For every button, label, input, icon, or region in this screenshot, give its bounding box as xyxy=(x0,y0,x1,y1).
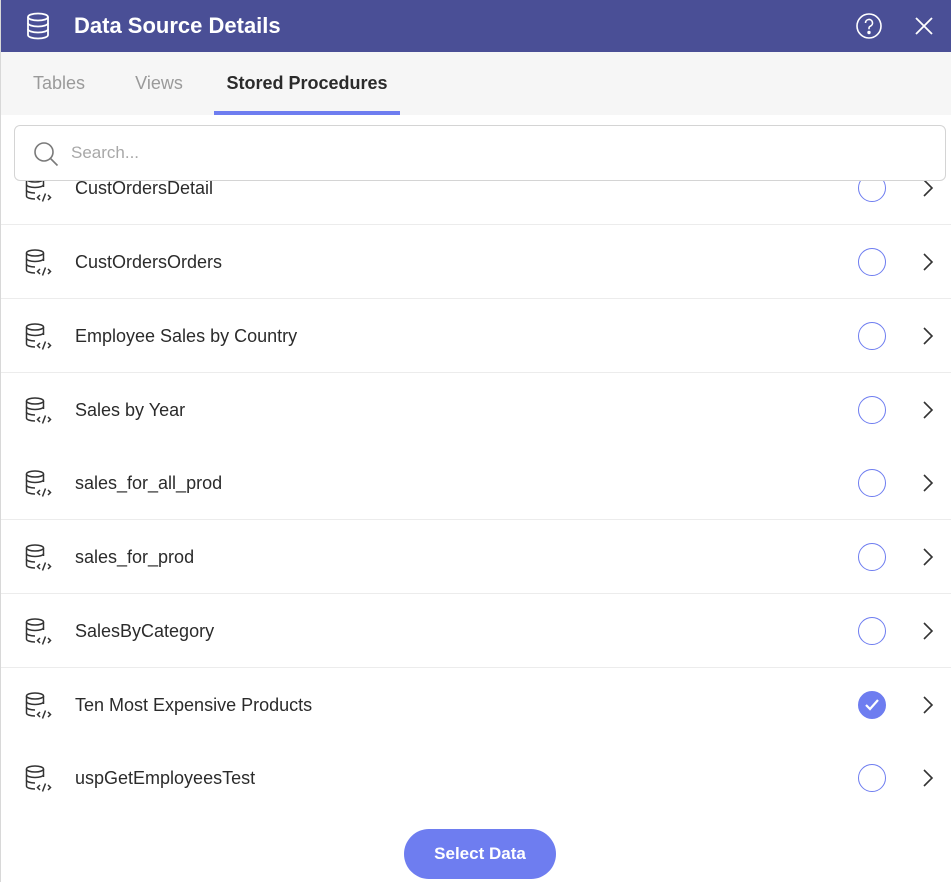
dialog-footer: Select Data xyxy=(1,812,951,882)
list-item-label: Employee Sales by Country xyxy=(75,326,298,346)
list-item-label: sales_for_all_prod xyxy=(75,473,223,493)
list-item[interactable]: uspGetEmployeesTest xyxy=(1,741,951,812)
chevron-right-icon[interactable] xyxy=(919,621,937,641)
list-item-label: sales_for_prod xyxy=(75,547,195,567)
tab-stored-procedures[interactable]: Stored Procedures xyxy=(214,52,400,115)
radio-button[interactable] xyxy=(858,469,886,497)
chevron-right-icon[interactable] xyxy=(919,768,937,788)
stored-procedure-icon xyxy=(24,691,54,721)
dialog-header: Data Source Details xyxy=(1,0,951,52)
select-data-button[interactable]: Select Data xyxy=(404,829,556,879)
active-tab-indicator xyxy=(214,111,400,115)
data-source-details-dialog: Data Source Details Tables Views Stored … xyxy=(0,0,951,882)
list-item[interactable]: Sales by Year xyxy=(1,373,951,447)
chevron-right-icon[interactable] xyxy=(919,252,937,272)
chevron-right-icon[interactable] xyxy=(919,400,937,420)
database-icon xyxy=(27,12,49,40)
dialog-title: Data Source Details xyxy=(74,13,281,38)
tab-views[interactable]: Views xyxy=(119,52,199,115)
search-icon xyxy=(34,142,59,167)
stored-procedure-list: CustOrdersDetail CustOrdersOrders Employee… xyxy=(1,152,951,812)
list-item[interactable]: Employee Sales by Country xyxy=(1,299,951,373)
search-box xyxy=(14,125,946,181)
list-item[interactable]: Ten Most Expensive Products xyxy=(1,668,951,742)
list-item[interactable]: SalesByCategory xyxy=(1,594,951,668)
chevron-right-icon[interactable] xyxy=(919,473,937,493)
stored-procedure-icon xyxy=(24,617,54,647)
list-item-label: Ten Most Expensive Products xyxy=(75,695,313,715)
radio-button[interactable] xyxy=(858,764,886,792)
list-item-label: SalesByCategory xyxy=(75,621,215,641)
chevron-right-icon[interactable] xyxy=(919,695,937,715)
radio-button[interactable] xyxy=(858,396,886,424)
radio-button[interactable] xyxy=(858,543,886,571)
radio-button[interactable] xyxy=(858,617,886,645)
radio-button[interactable] xyxy=(858,248,886,276)
list-item[interactable]: sales_for_prod xyxy=(1,520,951,594)
list-item[interactable]: CustOrdersOrders xyxy=(1,225,951,299)
list-item-label: CustOrdersOrders xyxy=(75,252,223,272)
list-item[interactable]: sales_for_all_prod xyxy=(1,446,951,520)
tab-tables[interactable]: Tables xyxy=(15,52,103,115)
list-item-label: uspGetEmployeesTest xyxy=(75,768,256,788)
list-item-label: Sales by Year xyxy=(75,400,186,420)
chevron-right-icon[interactable] xyxy=(919,178,937,198)
search-input[interactable] xyxy=(71,136,931,170)
radio-button[interactable] xyxy=(858,322,886,350)
stored-procedure-icon xyxy=(24,248,54,278)
close-icon[interactable] xyxy=(911,13,937,39)
chevron-right-icon[interactable] xyxy=(919,326,937,346)
radio-checked[interactable] xyxy=(858,691,886,719)
stored-procedure-icon xyxy=(24,469,54,499)
tab-stored-procedures-label: Stored Procedures xyxy=(226,73,388,93)
stored-procedure-icon xyxy=(24,396,54,426)
stored-procedure-icon xyxy=(24,764,54,794)
tab-bar: Tables Views Stored Procedures xyxy=(1,52,951,115)
stored-procedure-icon xyxy=(24,543,54,573)
help-icon[interactable] xyxy=(855,12,883,40)
chevron-right-icon[interactable] xyxy=(919,547,937,567)
stored-procedure-icon xyxy=(24,322,54,352)
